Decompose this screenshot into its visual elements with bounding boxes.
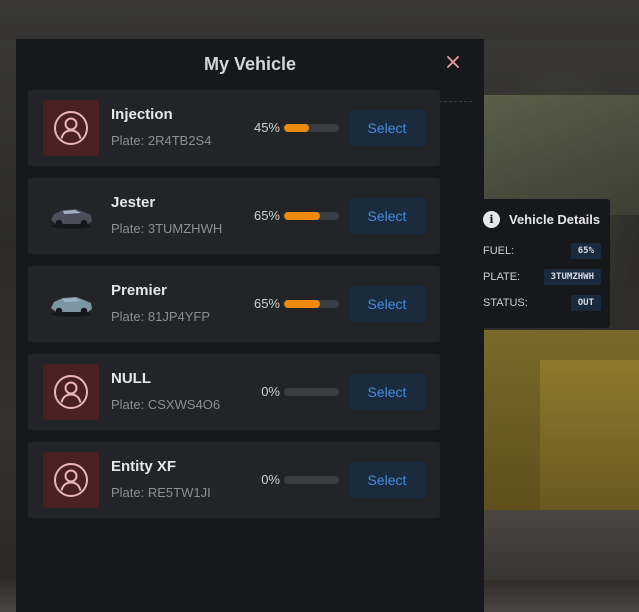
fuel-percent: 0% [261, 384, 280, 399]
vehicle-name: Jester [111, 194, 156, 211]
status-value: OUT [570, 295, 601, 311]
fuel-value: 65% [570, 243, 601, 259]
placeholder-car-icon [54, 375, 88, 409]
panel-title: My Vehicle [203, 54, 297, 74]
fuel-percent: 65% [253, 296, 280, 311]
fuel-bar [284, 476, 339, 484]
background-crate-stack [540, 360, 639, 510]
details-header: i Vehicle Details [483, 209, 601, 229]
plate-value: 3TUMZHWH [543, 269, 601, 285]
vehicle-row: Premier Plate: 81JP4YFP 65% Select [28, 266, 440, 342]
close-button[interactable] [442, 51, 464, 73]
fuel-label: FUEL: [483, 245, 515, 257]
vehicle-row: Jester Plate: 3TUMZHWH 65% Select [28, 178, 440, 254]
vehicle-name: Entity XF [111, 458, 177, 475]
fuel-bar [284, 388, 339, 396]
info-icon: i [483, 210, 500, 228]
vehicle-row: Injection Plate: 2R4TB2S4 45% Select [28, 90, 440, 166]
vehicle-plate: Plate: CSXWS4O6 [111, 397, 221, 412]
background-crates [484, 95, 639, 215]
select-button[interactable]: Select [349, 110, 425, 146]
vehicle-thumbnail [43, 188, 99, 244]
vehicle-plate: Plate: 3TUMZHWH [111, 221, 223, 236]
vehicle-thumbnail [43, 452, 99, 508]
close-icon [447, 56, 459, 68]
placeholder-car-icon [54, 463, 88, 497]
fuel-bar-fill [284, 300, 320, 308]
fuel-percent: 45% [253, 120, 280, 135]
fuel-bar-fill [284, 212, 320, 220]
vehicle-name: Premier [111, 282, 167, 299]
details-title: Vehicle Details [509, 211, 601, 227]
vehicle-thumbnail [43, 100, 99, 156]
vehicle-list: Injection Plate: 2R4TB2S4 45% Select Jester P… [28, 90, 440, 530]
fuel-bar [284, 212, 339, 220]
select-button[interactable]: Select [349, 462, 425, 498]
fuel-bar [284, 300, 339, 308]
vehicle-name: NULL [111, 370, 151, 387]
select-button[interactable]: Select [349, 286, 425, 322]
fuel-percent: 65% [253, 208, 280, 223]
plate-label: PLATE: [483, 271, 521, 283]
vehicle-row: NULL Plate: CSXWS4O6 0% Select [28, 354, 440, 430]
detail-row-status: STATUS: OUT [483, 295, 601, 311]
vehicle-plate: Plate: 81JP4YFP [111, 309, 210, 324]
status-label: STATUS: [483, 297, 528, 309]
vehicle-thumbnail [43, 276, 99, 332]
vehicle-plate: Plate: RE5TW1JI [111, 485, 211, 500]
fuel-bar [284, 124, 339, 132]
car-image [51, 297, 92, 317]
select-button[interactable]: Select [349, 198, 425, 234]
detail-row-plate: PLATE: 3TUMZHWH [483, 269, 601, 285]
vehicle-plate: Plate: 2R4TB2S4 [111, 133, 212, 148]
fuel-percent: 0% [261, 472, 280, 487]
vehicle-name: Injection [111, 106, 173, 123]
placeholder-car-icon [54, 111, 88, 145]
background-scene-top [0, 0, 639, 40]
fuel-bar-fill [284, 124, 309, 132]
select-button[interactable]: Select [349, 374, 425, 410]
vehicle-details-card: i Vehicle Details FUEL: 65% PLATE: 3TUMZ… [474, 199, 610, 328]
detail-row-fuel: FUEL: 65% [483, 243, 601, 259]
vehicle-row: Entity XF Plate: RE5TW1JI 0% Select [28, 442, 440, 518]
car-image [51, 209, 92, 229]
vehicle-thumbnail [43, 364, 99, 420]
